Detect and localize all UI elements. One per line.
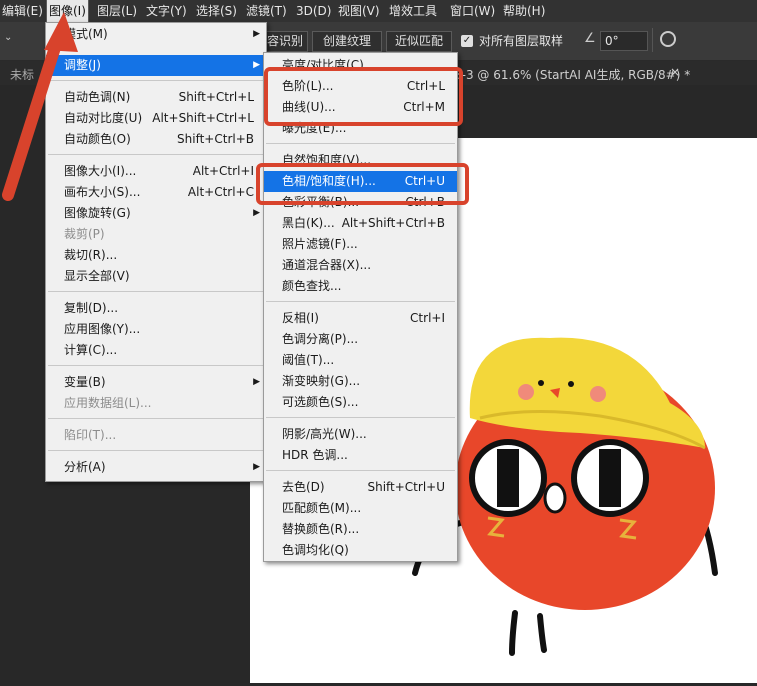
menu-separator — [266, 417, 455, 418]
tab-close-icon[interactable]: × — [670, 65, 680, 79]
menu-window[interactable]: 窗口(W) — [450, 0, 495, 22]
menu-item-hdr-toning[interactable]: HDR 色调... — [264, 445, 457, 466]
levels-curves-highlight-box — [264, 67, 463, 126]
submenu-arrow-icon: ▶ — [253, 377, 260, 387]
menu-item-replace-color[interactable]: 替换颜色(R)... — [264, 519, 457, 540]
menu-plugins[interactable]: 增效工具 — [389, 0, 437, 22]
menu-item-apply-data-set: 应用数据组(L)... — [64, 396, 152, 410]
sample-all-layers-checkbox[interactable]: ✓ — [461, 35, 473, 47]
menu-view[interactable]: 视图(V) — [338, 0, 380, 22]
adjustments-submenu: 亮度/对比度(C)... 色阶(L)... Ctrl+L 曲线(U)... Ctrl… — [263, 52, 458, 562]
menu-item-invert[interactable]: 反相(I) Ctrl+I — [264, 308, 457, 329]
menu-item-shadows-highlights[interactable]: 阴影/高光(W)... — [264, 424, 457, 445]
menu-select[interactable]: 选择(S) — [196, 0, 237, 22]
menu-item-analysis[interactable]: 分析(A) ▶ — [46, 457, 266, 478]
divider — [652, 28, 653, 52]
angle-input[interactable]: 0° — [600, 31, 648, 51]
menu-item-gradient-map[interactable]: 渐变映射(G)... — [264, 371, 457, 392]
submenu-arrow-icon: ▶ — [253, 29, 260, 39]
menu-separator — [266, 143, 455, 144]
menu-item-calculations[interactable]: 计算(C)... — [46, 340, 266, 361]
hue-saturation-highlight-box — [256, 163, 469, 205]
menu-item-trim[interactable]: 裁切(R)... — [46, 245, 266, 266]
menu-filter[interactable]: 滤镜(T) — [246, 0, 287, 22]
menu-separator — [266, 470, 455, 471]
menu-3d[interactable]: 3D(D) — [296, 0, 331, 22]
menu-item-photo-filter[interactable]: 照片滤镜(F)... — [264, 234, 457, 255]
sample-all-layers-label: 对所有图层取样 — [479, 34, 564, 48]
menu-type[interactable]: 文字(Y) — [146, 0, 187, 22]
menu-item-crop: 裁剪(P) — [64, 227, 105, 241]
menu-item-variables[interactable]: 变量(B) ▶ — [46, 372, 266, 393]
content-aware-button[interactable]: 容识别 — [262, 31, 308, 52]
submenu-arrow-icon: ▶ — [253, 462, 260, 472]
menu-item-selective-color[interactable]: 可选颜色(S)... — [264, 392, 457, 413]
submenu-arrow-icon: ▶ — [253, 60, 260, 70]
menu-item-channel-mixer[interactable]: 通道混合器(X)... — [264, 255, 457, 276]
angle-icon: ∠ — [584, 31, 596, 46]
menu-item-threshold[interactable]: 阈值(T)... — [264, 350, 457, 371]
tab-active-document[interactable]: 3-3 @ 61.6% (StartAI AI生成, RGB/8#) * — [454, 66, 690, 83]
proximity-match-button[interactable]: 近似匹配 — [386, 31, 452, 52]
menu-help[interactable]: 帮助(H) — [503, 0, 545, 22]
submenu-arrow-icon: ▶ — [253, 208, 260, 218]
menu-item-black-white[interactable]: 黑白(K)... Alt+Shift+Ctrl+B — [264, 213, 457, 234]
menu-separator — [48, 365, 264, 366]
annotation-arrow-icon — [2, 12, 78, 201]
menu-item-desaturate[interactable]: 去色(D) Shift+Ctrl+U — [264, 477, 457, 498]
menu-separator — [48, 291, 264, 292]
menu-separator — [266, 301, 455, 302]
menu-item-color-lookup[interactable]: 颜色查找... — [264, 276, 457, 297]
menu-item-apply-image[interactable]: 应用图像(Y)... — [46, 319, 266, 340]
pressure-brush-icon[interactable] — [660, 31, 676, 47]
menu-separator — [48, 450, 264, 451]
menu-item-match-color[interactable]: 匹配颜色(M)... — [264, 498, 457, 519]
menu-item-posterize[interactable]: 色调分离(P)... — [264, 329, 457, 350]
menu-item-reveal-all[interactable]: 显示全部(V) — [46, 266, 266, 287]
menu-item-trap: 陷印(T)... — [64, 428, 117, 442]
create-texture-button[interactable]: 创建纹理 — [312, 31, 382, 52]
menu-separator — [48, 418, 264, 419]
menu-item-duplicate[interactable]: 复制(D)... — [46, 298, 266, 319]
menu-item-equalize[interactable]: 色调均化(Q) — [264, 540, 457, 561]
